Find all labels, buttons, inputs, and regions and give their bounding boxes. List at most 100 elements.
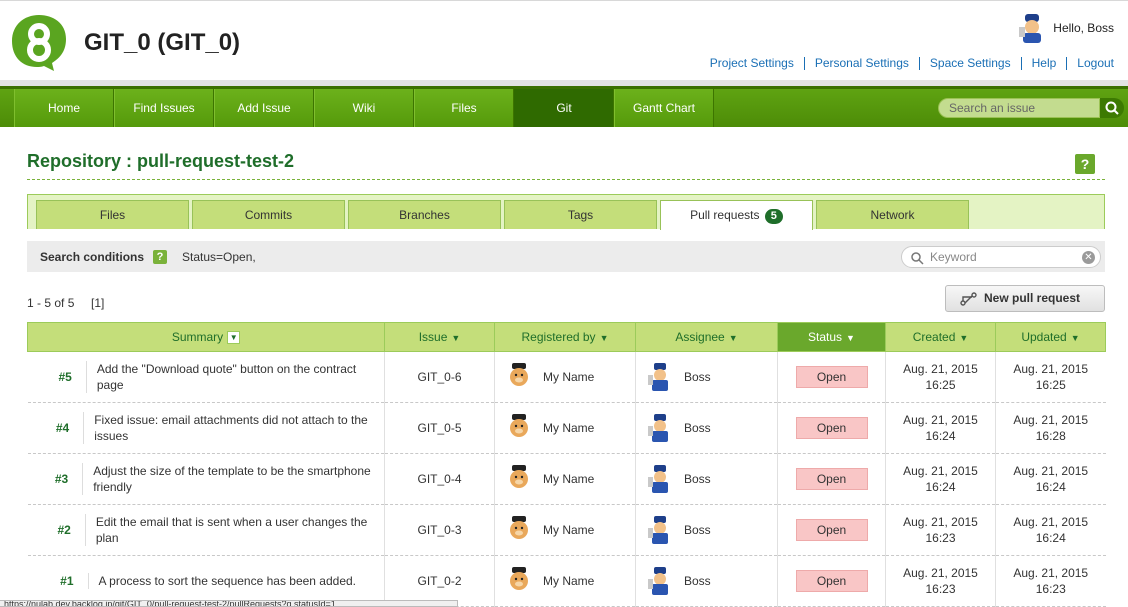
boss-avatar-icon bbox=[648, 567, 668, 595]
assignee-name: Boss bbox=[684, 370, 711, 384]
backlog-logo-icon[interactable] bbox=[8, 13, 70, 73]
tab-tags[interactable]: Tags bbox=[504, 200, 657, 229]
assignee-name: Boss bbox=[684, 421, 711, 435]
table-row[interactable]: #2 Edit the email that is sent when a us… bbox=[27, 504, 1106, 556]
my-name-avatar-icon bbox=[510, 465, 528, 488]
table-row[interactable]: #3 Adjust the size of the template to be… bbox=[27, 453, 1106, 505]
tab-pull-requests[interactable]: Pull requests 5 bbox=[660, 200, 813, 230]
pull-request-number[interactable]: #1 bbox=[28, 574, 88, 588]
column-created[interactable]: Created ▼ bbox=[885, 322, 996, 352]
tab-files[interactable]: Files bbox=[36, 200, 189, 229]
boss-avatar-icon bbox=[648, 414, 668, 442]
issue-key[interactable]: GIT_0-4 bbox=[384, 453, 495, 505]
table-row[interactable]: #4 Fixed issue: email attachments did no… bbox=[27, 402, 1106, 454]
table-row[interactable]: #5 Add the "Download quote" button on th… bbox=[27, 351, 1106, 403]
table-row[interactable]: #1 A process to sort the sequence has be… bbox=[27, 555, 1106, 607]
created-date: Aug. 21, 2015 16:24 bbox=[903, 413, 978, 443]
title-divider bbox=[27, 179, 1105, 180]
issue-key[interactable]: GIT_0-6 bbox=[384, 351, 495, 403]
nav-add-issue[interactable]: Add Issue bbox=[214, 89, 314, 127]
pull-request-summary[interactable]: A process to sort the sequence has been … bbox=[87, 573, 365, 589]
search-icon bbox=[911, 252, 924, 265]
pull-request-summary[interactable]: Edit the email that is sent when a user … bbox=[84, 514, 384, 546]
user-avatar-icon[interactable] bbox=[1017, 13, 1047, 43]
pull-request-number[interactable]: #4 bbox=[28, 421, 84, 435]
issue-search-input[interactable]: Search an issue bbox=[938, 98, 1100, 118]
search-icon bbox=[1105, 101, 1119, 115]
pull-request-summary[interactable]: Add the "Download quote" button on the c… bbox=[85, 361, 384, 393]
sort-arrow-icon: ▼ bbox=[846, 333, 855, 343]
created-date: Aug. 21, 2015 16:23 bbox=[903, 515, 978, 545]
status-badge: Open bbox=[795, 366, 868, 388]
personal-settings-link[interactable]: Personal Settings bbox=[803, 57, 919, 70]
issue-search-button[interactable] bbox=[1100, 98, 1124, 118]
tab-pull-requests-label: Pull requests bbox=[690, 208, 760, 222]
column-summary[interactable]: Summary ▼ bbox=[27, 322, 385, 352]
assignee-name: Boss bbox=[684, 472, 711, 486]
space-settings-link[interactable]: Space Settings bbox=[918, 57, 1021, 70]
result-count: 1 - 5 of 5 [1] bbox=[27, 296, 104, 310]
updated-date: Aug. 21, 2015 16:24 bbox=[1013, 464, 1089, 494]
issue-key[interactable]: GIT_0-3 bbox=[384, 504, 495, 556]
my-name-avatar-icon bbox=[510, 363, 528, 386]
nav-files[interactable]: Files bbox=[414, 89, 514, 127]
nav-git[interactable]: Git bbox=[514, 89, 614, 127]
created-date: Aug. 21, 2015 16:24 bbox=[903, 464, 978, 494]
nav-wiki[interactable]: Wiki bbox=[314, 89, 414, 127]
browser-status-bar: https://nulab.dev.backlog.jp/git/GIT_0/p… bbox=[0, 600, 458, 607]
status-badge: Open bbox=[795, 468, 868, 490]
sort-arrow-icon[interactable]: ▼ bbox=[227, 331, 241, 345]
column-assignee[interactable]: Assignee ▼ bbox=[635, 322, 778, 352]
search-conditions-value: Status=Open, bbox=[182, 250, 256, 264]
tab-commits[interactable]: Commits bbox=[192, 200, 345, 229]
search-conditions-bar: Search conditions ? Status=Open, Keyword… bbox=[27, 241, 1105, 272]
new-pull-request-label: New pull request bbox=[984, 291, 1081, 305]
pull-request-number[interactable]: #2 bbox=[28, 523, 85, 537]
my-name-avatar-icon bbox=[510, 516, 528, 539]
column-status[interactable]: Status ▼ bbox=[777, 322, 886, 352]
nav-home[interactable]: Home bbox=[14, 89, 114, 127]
nav-find-issues[interactable]: Find Issues bbox=[114, 89, 214, 127]
issue-key[interactable]: GIT_0-2 bbox=[384, 555, 495, 607]
boss-avatar-icon bbox=[648, 465, 668, 493]
created-date: Aug. 21, 2015 16:23 bbox=[903, 566, 978, 596]
sort-arrow-icon: ▼ bbox=[1070, 333, 1080, 343]
search-conditions-label[interactable]: Search conditions bbox=[40, 250, 144, 264]
clear-icon[interactable]: ✕ bbox=[1082, 251, 1095, 264]
pull-request-count-badge: 5 bbox=[764, 209, 783, 224]
keyword-placeholder: Keyword bbox=[930, 250, 977, 264]
issue-key[interactable]: GIT_0-5 bbox=[384, 402, 495, 454]
greeting-text: Hello, Boss bbox=[1053, 21, 1114, 35]
project-settings-link[interactable]: Project Settings bbox=[700, 57, 804, 70]
page-link[interactable]: [1] bbox=[91, 296, 104, 310]
pull-request-number[interactable]: #5 bbox=[28, 370, 86, 384]
sort-arrow-icon: ▼ bbox=[959, 333, 969, 343]
my-name-avatar-icon bbox=[510, 414, 528, 437]
tab-network[interactable]: Network bbox=[816, 200, 969, 229]
updated-date: Aug. 21, 2015 16:24 bbox=[1013, 515, 1089, 545]
logout-link[interactable]: Logout bbox=[1066, 57, 1114, 70]
registered-by-name: My Name bbox=[543, 574, 595, 588]
pull-request-summary[interactable]: Fixed issue: email attachments did not a… bbox=[83, 412, 384, 444]
new-pull-request-button[interactable]: New pull request bbox=[945, 285, 1105, 312]
assignee-name: Boss bbox=[684, 574, 711, 588]
page-header: GIT_0 (GIT_0) Hello, Boss Project Settin… bbox=[0, 0, 1128, 80]
project-title[interactable]: GIT_0 (GIT_0) bbox=[84, 29, 240, 57]
sort-arrow-icon: ▼ bbox=[728, 333, 738, 343]
global-nav: Home Find Issues Add Issue Wiki Files Gi… bbox=[0, 86, 1128, 127]
help-link[interactable]: Help bbox=[1020, 57, 1067, 70]
pull-request-number[interactable]: #3 bbox=[28, 472, 83, 486]
boss-avatar-icon bbox=[648, 516, 668, 544]
updated-date: Aug. 21, 2015 16:28 bbox=[1013, 413, 1089, 443]
nav-gantt-chart[interactable]: Gantt Chart bbox=[614, 89, 714, 127]
search-conditions-help-icon[interactable]: ? bbox=[153, 250, 167, 264]
pull-request-summary[interactable]: Adjust the size of the template to be th… bbox=[82, 463, 384, 495]
column-registered-by[interactable]: Registered by ▼ bbox=[494, 322, 636, 352]
tab-branches[interactable]: Branches bbox=[348, 200, 501, 229]
status-badge: Open bbox=[795, 519, 868, 541]
keyword-input[interactable]: Keyword ✕ bbox=[901, 246, 1101, 268]
column-issue[interactable]: Issue ▼ bbox=[384, 322, 495, 352]
column-updated[interactable]: Updated ▼ bbox=[995, 322, 1106, 352]
updated-date: Aug. 21, 2015 16:25 bbox=[1013, 362, 1089, 392]
help-button[interactable]: ? bbox=[1075, 154, 1095, 174]
